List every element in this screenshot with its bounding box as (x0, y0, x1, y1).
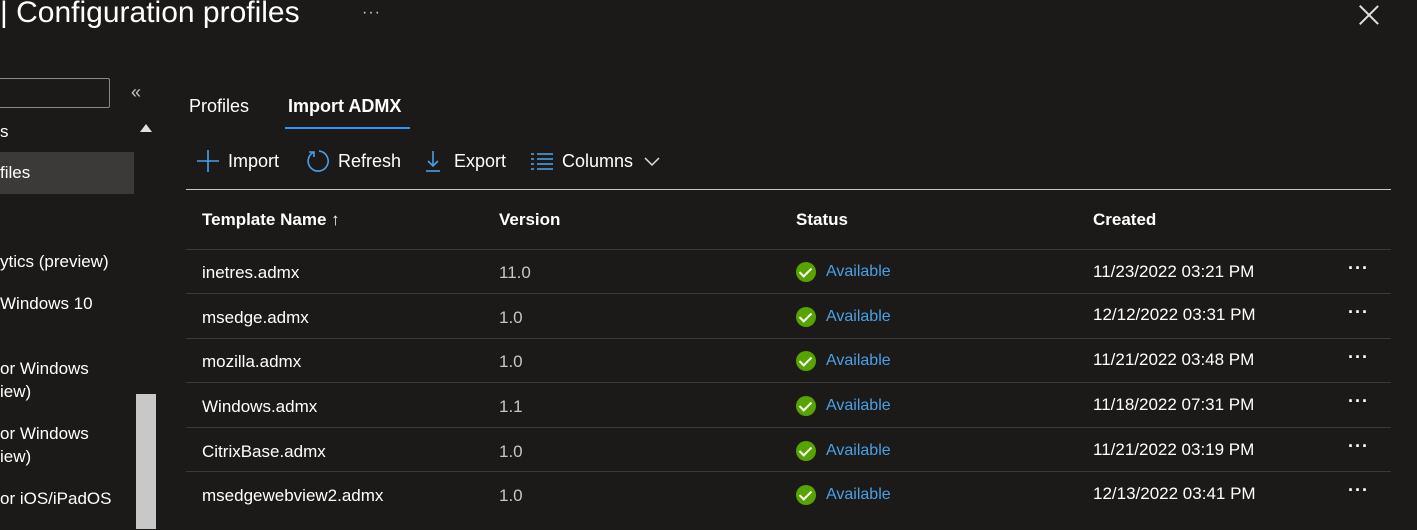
table-row[interactable]: msedge.admx 1.0 Available 12/12/2022 03:… (186, 293, 1391, 338)
row-status: Available (796, 485, 891, 505)
check-circle-icon (796, 485, 816, 505)
row-template-name: msedge.admx (202, 308, 309, 327)
row-more-button[interactable]: ··· (1348, 258, 1369, 279)
nav-item-analytics[interactable]: ytics (preview) (0, 250, 134, 273)
nav-item-windows-10[interactable]: Windows 10 (0, 292, 134, 315)
nav-search-input[interactable] (0, 78, 110, 108)
row-more-button[interactable]: ··· (1348, 302, 1369, 323)
table-row[interactable]: mozilla.admx 1.0 Available 11/21/2022 03… (186, 338, 1391, 383)
column-header-template-name[interactable]: Template Name ↑ (202, 210, 340, 230)
check-circle-icon (796, 351, 816, 371)
columns-button[interactable]: Columns (530, 148, 661, 174)
row-status: Available (796, 441, 891, 461)
table-row[interactable]: CitrixBase.admx 1.0 Available 11/21/2022… (186, 427, 1391, 472)
column-header-version[interactable]: Version (499, 210, 560, 230)
status-link[interactable]: Available (826, 442, 891, 460)
row-version: 1.1 (499, 397, 523, 416)
check-circle-icon (796, 441, 816, 461)
status-link[interactable]: Available (826, 352, 891, 370)
row-template-name: Windows.admx (202, 397, 318, 416)
row-status: Available (796, 351, 891, 371)
tab-profiles[interactable]: Profiles (189, 96, 249, 117)
nav-item-windows-b[interactable]: or Windows (0, 422, 134, 445)
import-label: Import (228, 150, 280, 171)
row-status: Available (796, 307, 891, 327)
table-row[interactable]: msedgewebview2.admx 1.0 Available 12/13/… (186, 471, 1391, 516)
row-template-name: inetres.admx (202, 263, 300, 282)
row-more-button[interactable]: ··· (1348, 436, 1369, 457)
columns-list-icon (531, 153, 553, 170)
import-button[interactable]: Import (196, 148, 279, 174)
export-button[interactable]: Export (424, 148, 506, 174)
row-created: 11/18/2022 07:31 PM (1093, 395, 1255, 414)
status-link[interactable]: Available (826, 263, 891, 281)
row-created: 11/23/2022 03:21 PM (1093, 262, 1255, 281)
collapse-nav-icon[interactable]: « (131, 82, 141, 103)
plus-icon (197, 150, 219, 172)
refresh-icon (307, 150, 329, 172)
table-row[interactable]: inetres.admx 11.0 Available 11/23/2022 0… (186, 249, 1391, 294)
nav-item-windows-b-sub[interactable]: iew) (0, 445, 134, 468)
row-created: 11/21/2022 03:19 PM (1093, 440, 1255, 459)
row-version: 1.0 (499, 486, 523, 505)
status-link[interactable]: Available (826, 486, 891, 504)
row-more-button[interactable]: ··· (1348, 391, 1369, 412)
row-template-name: mozilla.admx (202, 352, 302, 371)
close-icon[interactable] (1358, 4, 1380, 26)
active-tab-indicator (285, 127, 410, 129)
scrollbar-thumb[interactable] (136, 394, 156, 529)
status-link[interactable]: Available (826, 397, 891, 415)
toolbar-divider (186, 189, 1391, 190)
nav-item-0[interactable]: s (0, 120, 134, 144)
row-version: 1.0 (499, 352, 523, 371)
refresh-button[interactable]: Refresh (306, 148, 401, 174)
refresh-label: Refresh (338, 150, 402, 171)
column-header-status[interactable]: Status (796, 210, 848, 230)
row-status: Available (796, 262, 891, 282)
row-version: 11.0 (499, 263, 531, 282)
chevron-down-icon (644, 157, 660, 167)
table-row[interactable]: Windows.admx 1.1 Available 11/18/2022 07… (186, 382, 1391, 427)
check-circle-icon (796, 307, 816, 327)
row-template-name: msedgewebview2.admx (202, 486, 384, 505)
tab-import-admx[interactable]: Import ADMX (288, 96, 401, 117)
nav-item-ios[interactable]: or iOS/iPadOS (0, 487, 134, 510)
download-icon (426, 151, 440, 172)
row-created: 11/21/2022 03:48 PM (1093, 350, 1255, 369)
more-options-button[interactable]: ··· (362, 4, 381, 22)
check-circle-icon (796, 262, 816, 282)
export-label: Export (454, 150, 507, 171)
column-header-created[interactable]: Created (1093, 210, 1156, 230)
row-more-button[interactable]: ··· (1348, 480, 1369, 501)
nav-item-configuration-profiles[interactable]: files (0, 152, 134, 194)
nav-item-windows-a[interactable]: or Windows (0, 357, 134, 380)
row-status: Available (796, 396, 891, 416)
status-link[interactable]: Available (826, 308, 891, 326)
side-nav: s files ytics (preview) Windows 10 or Wi… (0, 110, 134, 530)
row-template-name: CitrixBase.admx (202, 442, 326, 461)
row-version: 1.0 (499, 308, 523, 327)
row-created: 12/12/2022 03:31 PM (1093, 305, 1256, 324)
nav-item-windows-a-sub[interactable]: iew) (0, 380, 134, 403)
scroll-up-icon[interactable] (140, 124, 152, 132)
row-version: 1.0 (499, 442, 523, 461)
check-circle-icon (796, 396, 816, 416)
row-created: 12/13/2022 03:41 PM (1093, 484, 1256, 503)
page-title: | Configuration profiles (0, 0, 300, 29)
row-more-button[interactable]: ··· (1348, 347, 1369, 368)
columns-label: Columns (562, 150, 634, 171)
